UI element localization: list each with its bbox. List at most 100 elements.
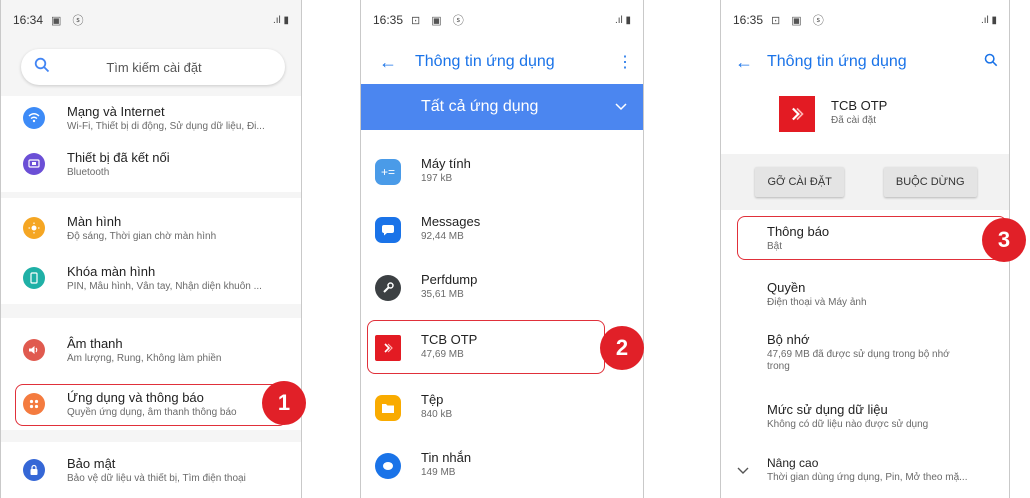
app-item-files[interactable]: Tệp 840 kB xyxy=(361,384,643,434)
step-badge-1: 1 xyxy=(262,381,306,425)
item-subtitle: PIN, Mẫu hình, Vân tay, Nhận diện khuôn … xyxy=(67,281,262,292)
app-item-perfdump[interactable]: Perfdump 35,61 MB xyxy=(361,264,643,314)
item-subtitle: Wi-Fi, Thiết bị di động, Sử dụng dữ liệu… xyxy=(67,121,265,132)
wifi-icon xyxy=(23,107,45,129)
security-icon xyxy=(23,459,45,481)
brightness-icon xyxy=(23,217,45,239)
row-subtitle: Điện thoại và Máy ảnh xyxy=(767,297,867,308)
messages-icon xyxy=(375,217,401,243)
page-title: Thông tin ứng dụng xyxy=(767,53,907,70)
row-subtitle: Thời gian dùng ứng dụng, Pin, Mở theo mặ… xyxy=(767,472,968,483)
item-title: Âm thanh xyxy=(67,336,123,351)
app-name: Tin nhắn xyxy=(421,450,472,465)
status-bar: 16:35 ⊡ ▣ ⓢ .ıl ▮ xyxy=(361,0,643,40)
settings-item-security[interactable]: Bảo mật Bảo vệ dữ liệu và thiết bị, Tìm đ… xyxy=(1,448,301,492)
app-header: TCB OTP Đã cài đặt xyxy=(721,84,1009,154)
permissions-row[interactable]: Quyền Điện thoại và Máy ảnh xyxy=(721,276,1009,316)
search-icon xyxy=(21,57,63,78)
app-name: Máy tính xyxy=(421,156,471,171)
sms-icon xyxy=(375,453,401,479)
settings-group-security: Bảo mật Bảo vệ dữ liệu và thiết bị, Tìm đ… xyxy=(1,442,301,498)
app-filter-dropdown[interactable]: Tất cả ứng dụng xyxy=(361,84,643,130)
item-subtitle: Bảo vệ dữ liệu và thiết bị, Tìm điện tho… xyxy=(67,473,246,484)
chevron-down-icon xyxy=(615,100,627,114)
action-buttons: GỠ CÀI ĐẶT BUỘC DỪNG xyxy=(721,154,1009,210)
app-name: TCB OTP xyxy=(831,98,888,113)
app-item-sms[interactable]: Tin nhắn 149 MB xyxy=(361,442,643,492)
clock: 16:35 xyxy=(733,13,764,27)
app-name: Messages xyxy=(421,214,481,229)
item-subtitle: Âm lượng, Rung, Không làm phiền xyxy=(67,353,222,364)
tcb-otp-logo-icon xyxy=(779,96,815,132)
step-badge-3: 3 xyxy=(982,218,1026,262)
status-bar: 16:34 ▣ ⓢ .ıl ▮ xyxy=(1,0,301,40)
notification-icons: ⊡ ▣ ⓢ xyxy=(411,15,468,27)
files-icon xyxy=(375,395,401,421)
row-subtitle: 47,69 MB đã được sử dụng trong bộ nhớ tr… xyxy=(767,349,950,372)
row-title: Bộ nhớ xyxy=(767,332,810,347)
item-title: Mạng và Internet xyxy=(67,104,165,119)
back-arrow-icon[interactable]: ← xyxy=(721,52,767,73)
uninstall-button[interactable]: GỠ CÀI ĐẶT xyxy=(755,167,844,197)
highlight-apps-notifications xyxy=(15,384,287,426)
row-subtitle: Không có dữ liệu nào được sử dụng xyxy=(767,419,929,430)
calculator-icon: += xyxy=(375,159,401,185)
highlight-notifications xyxy=(737,216,1007,260)
step-badge-2: 2 xyxy=(600,326,644,370)
item-subtitle: Bluetooth xyxy=(67,167,110,178)
item-title: Thiết bị đã kết nối xyxy=(67,150,170,165)
signal-battery-icon: .ıl ▮ xyxy=(614,14,631,26)
app-name: Tệp xyxy=(421,392,444,407)
devices-icon xyxy=(23,153,45,175)
highlight-tcb-otp xyxy=(367,320,605,374)
item-title: Khóa màn hình xyxy=(67,264,156,279)
signal-battery-icon: .ıl ▮ xyxy=(980,14,997,26)
app-size: 197 kB xyxy=(421,173,453,184)
page-title: Thông tin ứng dụng xyxy=(415,53,555,70)
more-options-icon[interactable]: ⋮ xyxy=(607,52,643,72)
app-size: 35,61 MB xyxy=(421,289,464,300)
app-bar: ← Thông tin ứng dụng ⋮ xyxy=(361,40,643,84)
notification-icons: ▣ ⓢ xyxy=(51,15,88,27)
row-title: Nâng cao xyxy=(767,456,819,470)
back-arrow-icon[interactable]: ← xyxy=(361,52,415,73)
lock-screen-icon xyxy=(23,267,45,289)
settings-item-network[interactable]: Mạng và Internet Wi-Fi, Thiết bị di động,… xyxy=(1,96,301,140)
chevron-down-icon xyxy=(737,462,749,480)
settings-item-sound[interactable]: Âm thanh Âm lượng, Rung, Không làm phiền xyxy=(1,328,301,372)
settings-group-network: Mạng và Internet Wi-Fi, Thiết bị di động,… xyxy=(1,96,301,192)
item-subtitle: Độ sáng, Thời gian chờ màn hình xyxy=(67,231,217,242)
app-info-detail-screen: 16:35 ⊡ ▣ ⓢ .ıl ▮ ← Thông tin ứng dụng T… xyxy=(720,0,1010,498)
force-stop-button[interactable]: BUỘC DỪNG xyxy=(883,167,977,197)
settings-screen: 16:34 ▣ ⓢ .ıl ▮ Tìm kiếm cài đặt Mạng và… xyxy=(0,0,302,498)
advanced-row[interactable]: Nâng cao Thời gian dùng ứng dụng, Pin, Mở… xyxy=(721,452,1009,492)
filter-label: Tất cả ứng dụng xyxy=(421,98,539,115)
search-icon[interactable] xyxy=(973,53,1009,72)
item-title: Bảo mật xyxy=(67,456,116,471)
row-title: Mức sử dụng dữ liệu xyxy=(767,402,888,417)
data-usage-row[interactable]: Mức sử dụng dữ liệu Không có dữ liệu nào … xyxy=(721,398,1009,438)
search-input[interactable]: Tìm kiếm cài đặt xyxy=(63,60,285,75)
install-status: Đã cài đặt xyxy=(831,115,877,126)
clock: 16:34 xyxy=(13,13,44,27)
app-item-calculator[interactable]: += Máy tính 197 kB xyxy=(361,148,643,198)
clock: 16:35 xyxy=(373,13,404,27)
sound-icon xyxy=(23,339,45,361)
settings-item-connected-devices[interactable]: Thiết bị đã kết nối Bluetooth xyxy=(1,142,301,186)
row-title: Quyền xyxy=(767,280,806,295)
app-size: 149 MB xyxy=(421,467,456,478)
signal-battery-icon: .ıl ▮ xyxy=(272,14,289,26)
item-title: Màn hình xyxy=(67,214,122,229)
settings-group-display: Màn hình Độ sáng, Thời gian chờ màn hình … xyxy=(1,198,301,304)
app-bar: ← Thông tin ứng dụng xyxy=(721,40,1009,84)
settings-item-display[interactable]: Màn hình Độ sáng, Thời gian chờ màn hình xyxy=(1,206,301,250)
app-info-list-screen: 16:35 ⊡ ▣ ⓢ .ıl ▮ ← Thông tin ứng dụng ⋮… xyxy=(360,0,644,498)
status-bar: 16:35 ⊡ ▣ ⓢ .ıl ▮ xyxy=(721,0,1009,40)
storage-row[interactable]: Bộ nhớ 47,69 MB đã được sử dụng trong bộ … xyxy=(721,330,1009,380)
app-size: 840 kB xyxy=(421,409,453,420)
search-bar[interactable]: Tìm kiếm cài đặt xyxy=(21,49,285,85)
settings-item-lock-screen[interactable]: Khóa màn hình PIN, Mẫu hình, Vân tay, Nhậ… xyxy=(1,256,301,300)
app-name: Perfdump xyxy=(421,272,478,287)
app-item-messages[interactable]: Messages 92,44 MB xyxy=(361,206,643,256)
notification-icons: ⊡ ▣ ⓢ xyxy=(771,15,828,27)
